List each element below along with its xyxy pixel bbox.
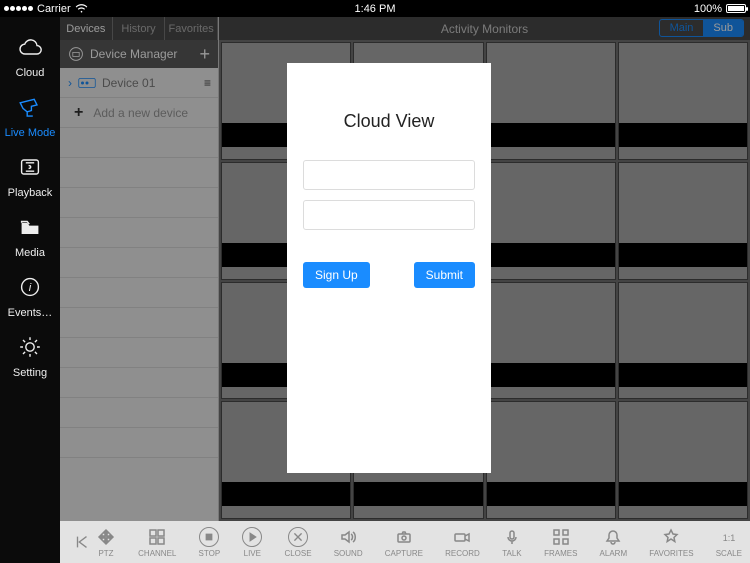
rail-item-events[interactable]: i Events… [0, 273, 60, 319]
username-input[interactable] [318, 168, 473, 182]
gear-icon [16, 333, 44, 361]
tool-close[interactable]: CLOSE [284, 527, 311, 558]
add-device-label: Add a new device [93, 106, 188, 120]
page-first-button[interactable] [68, 533, 96, 551]
battery-percent: 100% [694, 3, 722, 15]
tool-alarm[interactable]: ALARM [600, 527, 628, 558]
cloud-login-modal: Cloud View Sign Up Submit [287, 63, 491, 473]
status-time: 1:46 PM [355, 3, 396, 15]
device-label: Device 01 [102, 76, 155, 90]
password-field[interactable] [303, 200, 475, 230]
seg-main[interactable]: Main [660, 20, 704, 36]
rail-label: Cloud [16, 67, 45, 79]
rail-label: Events… [8, 307, 53, 319]
stage-topbar: Activity Monitors Main Sub [219, 17, 750, 40]
signup-button[interactable]: Sign Up [303, 262, 370, 288]
device-type-icon [78, 77, 96, 89]
page-title: Activity Monitors [441, 22, 528, 36]
carrier-label: Carrier [37, 3, 71, 15]
tool-talk[interactable]: TALK [502, 527, 522, 558]
video-cell[interactable] [486, 162, 616, 280]
info-icon: i [16, 273, 44, 301]
left-rail: Cloud Live Mode Playback Media i Events…… [0, 17, 60, 563]
playback-icon [16, 153, 44, 181]
video-cell[interactable] [486, 42, 616, 160]
rail-item-playback[interactable]: Playback [0, 153, 60, 199]
panel-tab-devices[interactable]: Devices [60, 17, 113, 40]
submit-button[interactable]: Submit [414, 262, 475, 288]
wifi-icon [75, 4, 88, 13]
password-input[interactable] [318, 208, 473, 222]
rail-item-live[interactable]: Live Mode [0, 93, 60, 139]
video-cell[interactable] [618, 401, 748, 519]
video-cell[interactable] [486, 401, 616, 519]
username-field[interactable] [303, 160, 475, 190]
video-cell[interactable] [486, 282, 616, 400]
bottom-toolbar: PTZ CHANNEL STOP LIVE CLOSE SOUND CAPTURE RECOR… [60, 521, 750, 563]
seg-sub[interactable]: Sub [703, 20, 743, 36]
video-cell[interactable] [618, 42, 748, 160]
device-panel: Devices History Favorites Device Manager… [60, 17, 219, 521]
rail-item-setting[interactable]: Setting [0, 333, 60, 379]
plus-icon: + [74, 104, 83, 122]
tool-channel[interactable]: CHANNEL [138, 527, 176, 558]
rail-label: Playback [8, 187, 53, 199]
folder-icon [16, 213, 44, 241]
hamburger-icon[interactable]: ≡ [204, 76, 210, 90]
camera-icon [16, 93, 44, 121]
tool-scale[interactable]: 1:1SCALE [716, 527, 742, 558]
device-row[interactable]: › Device 01 ≡ [60, 68, 218, 98]
video-cell[interactable] [618, 282, 748, 400]
device-manager-label: Device Manager [90, 47, 177, 61]
tool-record[interactable]: RECORD [445, 527, 480, 558]
tool-capture[interactable]: CAPTURE [385, 527, 423, 558]
panel-tab-favorites[interactable]: Favorites [165, 17, 218, 40]
battery-icon [726, 4, 746, 13]
panel-tab-history[interactable]: History [113, 17, 166, 40]
svg-text:1:1: 1:1 [723, 533, 736, 543]
tool-stop[interactable]: STOP [199, 527, 221, 558]
cloud-icon [16, 33, 44, 61]
svg-text:i: i [29, 282, 32, 294]
stream-segment: Main Sub [659, 19, 744, 37]
add-device-plus-icon[interactable]: + [199, 45, 210, 63]
rail-item-cloud[interactable]: Cloud [0, 33, 60, 79]
status-bar: Carrier 1:46 PM 100% [0, 0, 750, 17]
rail-item-media[interactable]: Media [0, 213, 60, 259]
video-cell[interactable] [618, 162, 748, 280]
tool-frames[interactable]: FRAMES [544, 527, 577, 558]
chevron-right-icon: › [68, 76, 72, 90]
add-device-row[interactable]: + Add a new device [60, 98, 218, 128]
tool-ptz[interactable]: PTZ [96, 527, 116, 558]
device-manager-header[interactable]: Device Manager + [60, 40, 218, 68]
tool-sound[interactable]: SOUND [334, 527, 363, 558]
rail-label: Live Mode [5, 127, 56, 139]
tool-live[interactable]: LIVE [242, 527, 262, 558]
device-manager-icon [68, 46, 84, 62]
modal-title: Cloud View [344, 111, 435, 132]
panel-tabs: Devices History Favorites [60, 17, 218, 40]
rail-label: Setting [13, 367, 47, 379]
tool-favorites[interactable]: FAVORITES [649, 527, 693, 558]
rail-label: Media [15, 247, 45, 259]
